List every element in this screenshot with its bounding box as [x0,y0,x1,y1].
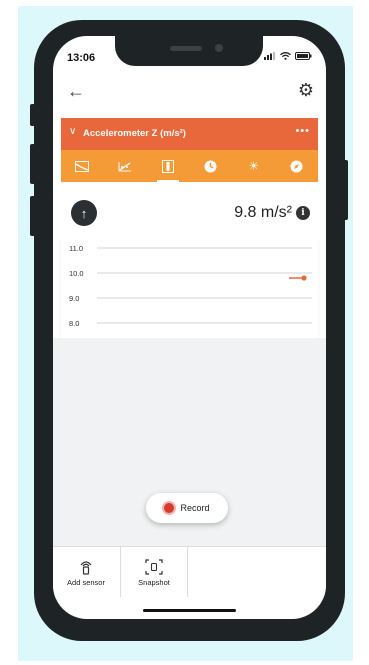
scatter-graph-icon [118,161,132,171]
graph-tick-label: 8.0 [69,319,79,328]
chevron-down-icon[interactable]: ∨ [69,126,76,137]
info-icon[interactable]: i [296,206,310,220]
graph-plot: 11.0 10.0 9.0 8.0 [69,244,312,328]
status-icons [264,52,312,60]
add-sensor-button[interactable]: Add sensor [53,547,119,597]
home-indicator[interactable] [143,609,236,612]
graph-tick-label: 10.0 [69,269,84,278]
gear-icon[interactable]: ⚙ [298,80,314,101]
view-tabs: ☀ [61,150,318,182]
graph-tick-label: 9.0 [69,294,79,303]
phone-notch [115,36,263,66]
back-arrow-icon[interactable]: ← [67,81,85,102]
record-button[interactable]: Record [146,493,228,523]
clock-icon [204,160,217,172]
tab-line-graph[interactable] [61,150,104,182]
accelerometer-icon: ↑ [71,200,97,226]
signal-icon [264,52,275,60]
graph-current-point [301,275,307,281]
snapshot-label: Snapshot [138,577,170,587]
meter-icon [162,159,175,173]
sensor-graph: 11.0 10.0 9.0 8.0 [61,238,318,338]
tab-brightness[interactable]: ☀ [232,150,275,182]
brightness-icon: ☀ [248,159,260,173]
front-camera [215,44,223,52]
reading-value: 9.8 m/s² [234,204,292,221]
bottom-toolbar: Add sensor Snapshot [53,546,326,599]
wifi-icon [280,52,291,60]
compass-icon [290,160,303,172]
record-icon [164,503,175,513]
tab-meter[interactable] [147,150,190,182]
line-graph-icon [75,160,90,172]
battery-icon [295,52,312,60]
snapshot-button[interactable]: Snapshot [121,547,187,597]
status-time: 13:06 [67,52,96,64]
sensor-header: ∨ Accelerometer Z (m/s²) ••• [61,118,318,150]
snapshot-icon [145,558,163,575]
record-label: Record [180,503,210,513]
tab-compass[interactable] [275,150,318,182]
graph-tick-label: 11.0 [69,244,83,253]
add-sensor-label: Add sensor [67,577,105,587]
add-sensor-icon [80,560,92,575]
sensor-reading: ↑ 9.8 m/s² i [61,184,318,238]
tab-scatter-graph[interactable] [104,150,147,182]
sensor-title[interactable]: Accelerometer Z (m/s²) [83,128,186,139]
speaker-grille [170,46,202,51]
toolbar-divider [187,547,188,597]
tab-clock[interactable] [189,150,232,182]
app-screen: 13:06 ← ⚙ ∨ Accelerometer Z (m/s²) ••• ☀… [53,36,326,619]
more-icon[interactable]: ••• [295,125,310,137]
